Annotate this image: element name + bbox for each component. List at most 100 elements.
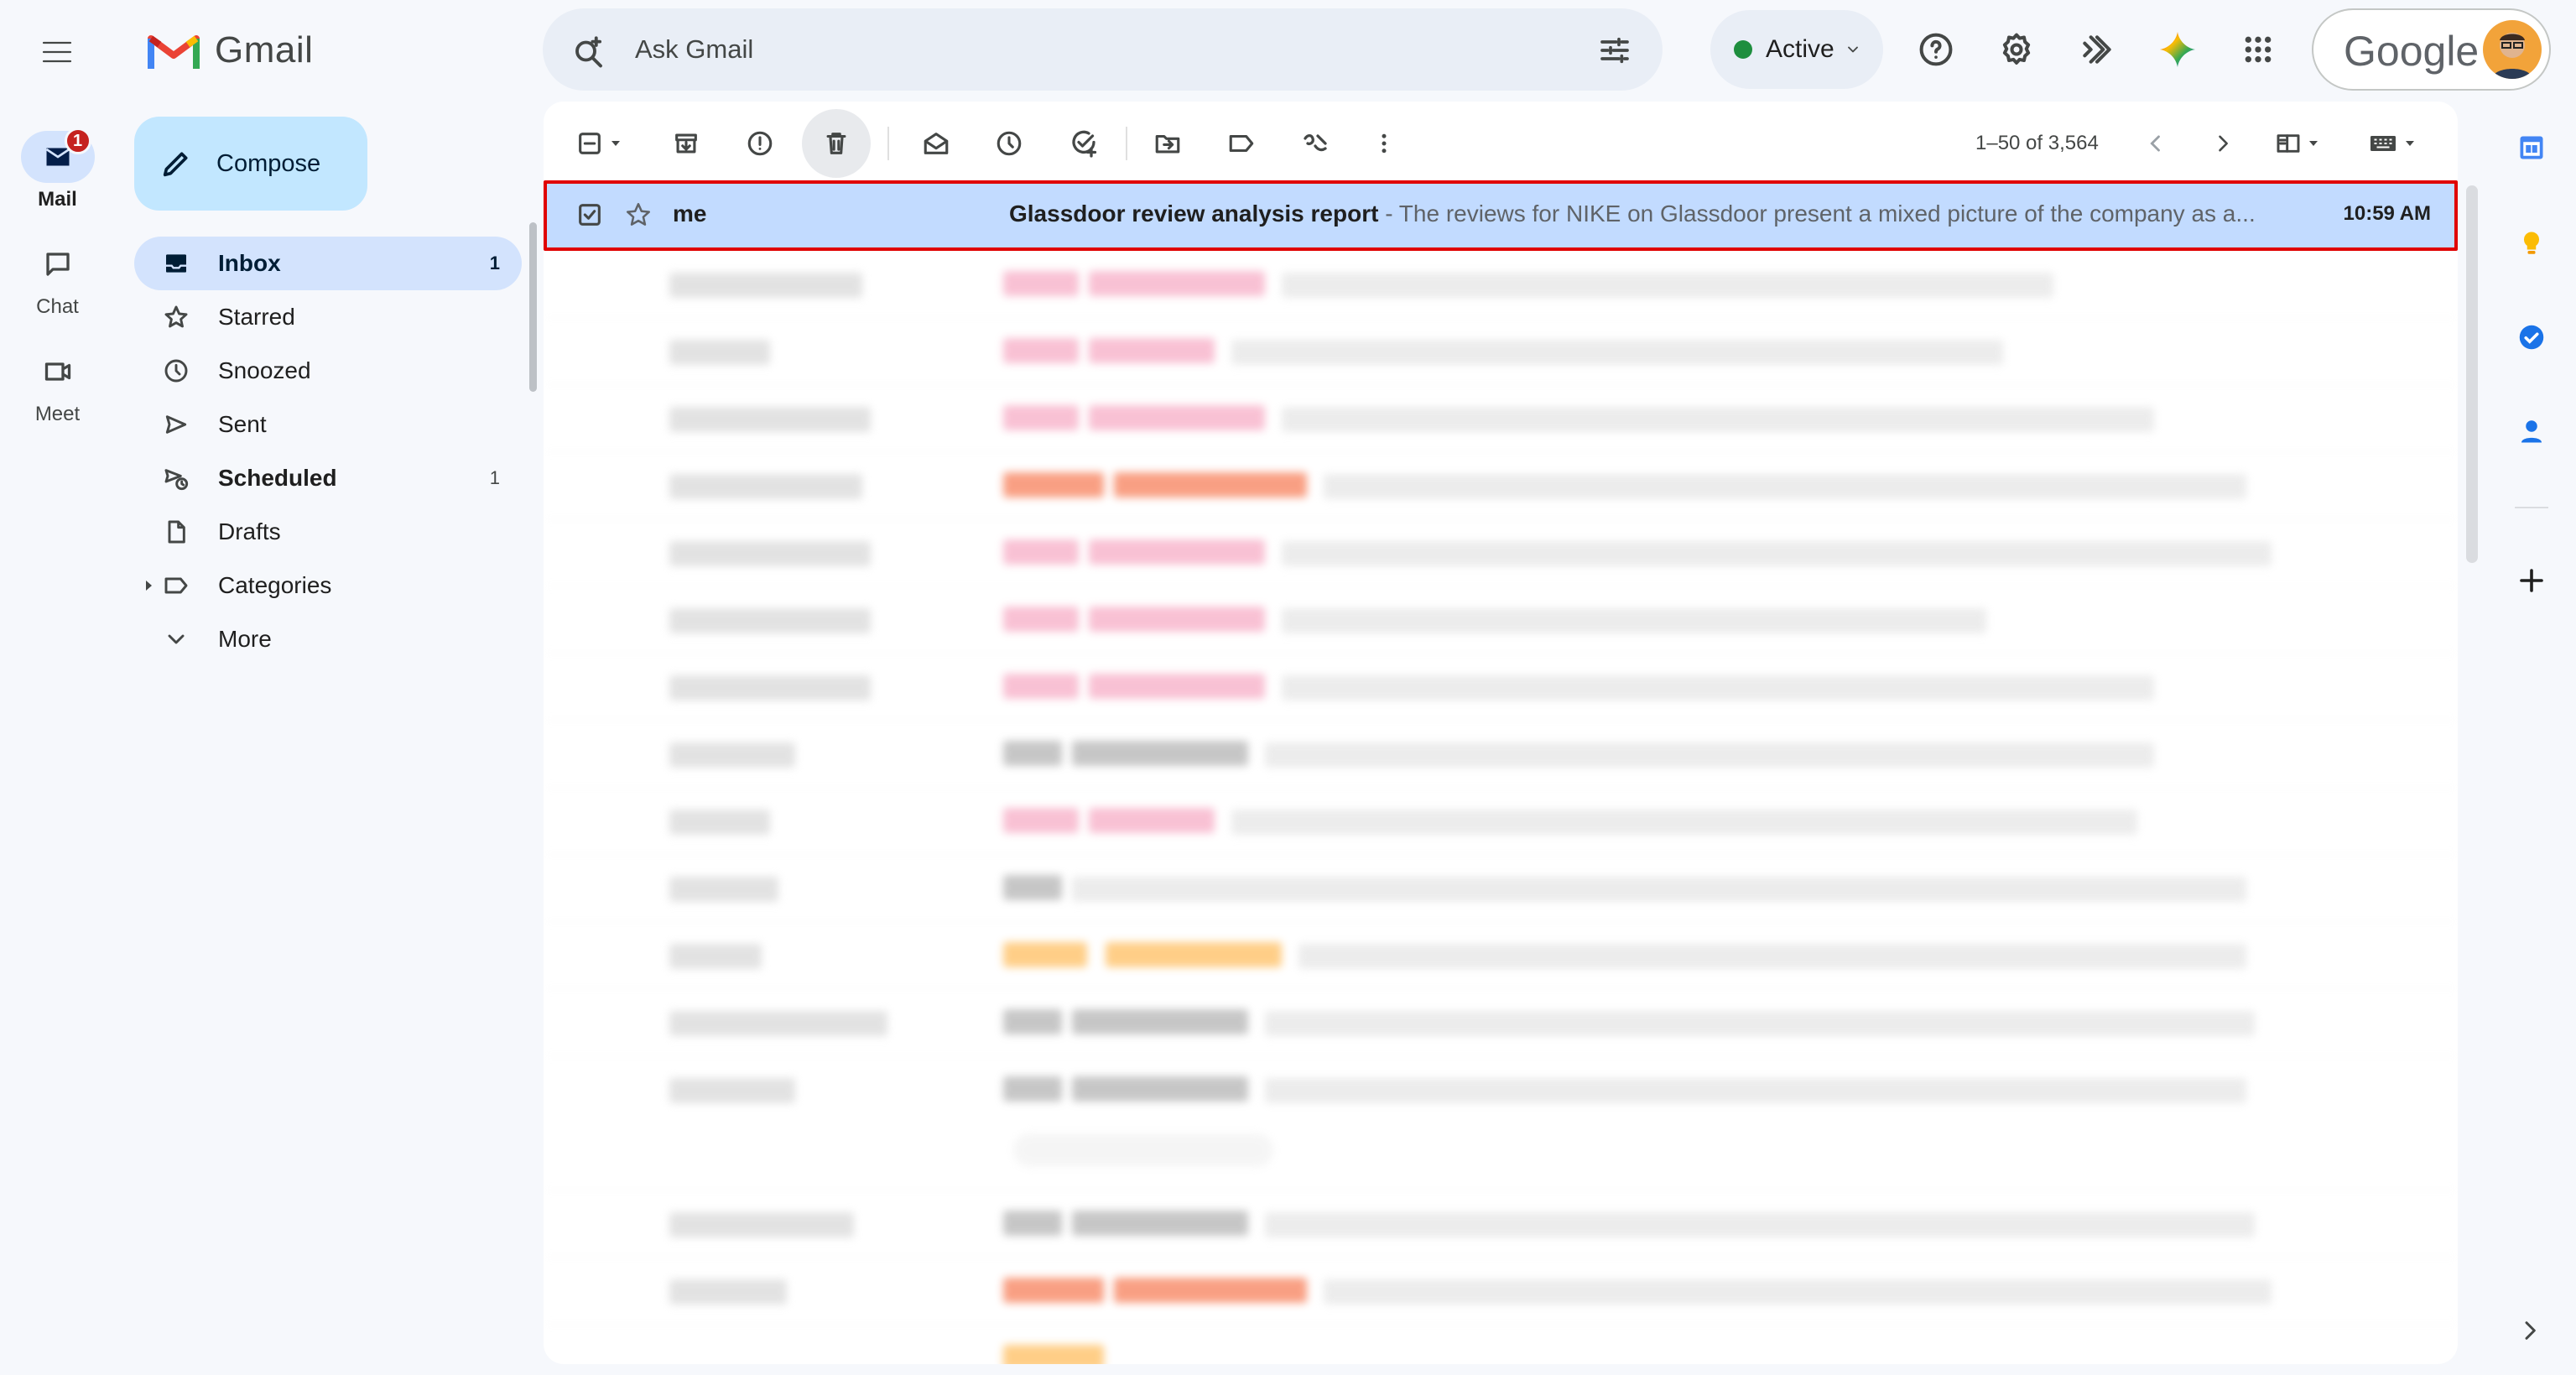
message-list-scrollbar[interactable]	[2466, 185, 2478, 563]
gemini-features-button[interactable]	[2070, 23, 2124, 76]
chevron-right-icon	[2525, 1321, 2536, 1340]
nav-starred[interactable]: Starred	[134, 290, 522, 344]
email-row[interactable]	[544, 318, 2458, 385]
email-sender: me	[673, 201, 707, 227]
show-side-panel-button[interactable]	[2516, 1317, 2547, 1347]
status-label: Active	[1766, 35, 1834, 63]
email-row[interactable]	[544, 1325, 2458, 1364]
archive-icon	[675, 133, 697, 154]
archive-button[interactable]	[663, 102, 710, 185]
nav-categories[interactable]: Categories	[134, 559, 522, 612]
report-spam-button[interactable]	[736, 102, 783, 185]
compose-button[interactable]: Compose	[134, 117, 367, 211]
rail-chat[interactable]: Chat	[0, 238, 115, 319]
email-row[interactable]	[544, 922, 2458, 989]
nav-scheduled-count: 1	[489, 467, 500, 488]
nav-inbox[interactable]: Inbox 1	[134, 237, 522, 290]
nav-drafts[interactable]: Drafts	[134, 505, 522, 559]
settings-button[interactable]	[1990, 23, 2043, 76]
status-button[interactable]: Active	[1710, 10, 1883, 89]
alert-icon	[747, 131, 773, 156]
checkbox-checked-icon[interactable]	[575, 201, 604, 229]
select-all-checkbox[interactable]	[567, 102, 631, 185]
rail-meet[interactable]: Meet	[0, 346, 115, 426]
unread-badge: 1	[64, 128, 91, 154]
nav-sent-label: Sent	[218, 411, 267, 437]
email-row[interactable]	[544, 654, 2458, 721]
caret-down-icon	[2406, 141, 2414, 146]
calendar-app-button[interactable]	[2516, 133, 2547, 163]
nav-scrollbar[interactable]	[529, 222, 537, 392]
compose-label: Compose	[216, 149, 321, 177]
nav-more[interactable]: More	[134, 612, 522, 666]
search-options-icon[interactable]	[1598, 34, 1631, 67]
input-tools-toggle[interactable]	[2360, 102, 2424, 185]
checkbox-partial-icon	[579, 133, 601, 154]
email-row[interactable]	[544, 1056, 2458, 1190]
side-panel-divider	[2515, 507, 2548, 508]
inbox-icon	[166, 254, 186, 273]
email-row[interactable]	[544, 788, 2458, 855]
mark-read-button[interactable]	[913, 102, 960, 185]
smart-actions-button[interactable]	[1292, 102, 1339, 185]
split-pane-icon	[2277, 134, 2300, 153]
clock-icon	[164, 359, 188, 383]
contacts-app-button[interactable]	[2516, 416, 2547, 446]
label-icon	[164, 577, 188, 594]
nav-more-label: More	[218, 626, 272, 652]
tasks-app-button[interactable]	[2516, 322, 2547, 352]
ask-gemini-search-icon[interactable]	[571, 34, 606, 69]
email-row[interactable]	[544, 1258, 2458, 1325]
avatar	[2483, 20, 2542, 79]
gmail-logo[interactable]: Gmail	[148, 23, 313, 77]
expand-arrow-icon[interactable]	[144, 579, 154, 592]
email-subject-line: Glassdoor review analysis report - The r…	[1009, 184, 2292, 244]
email-row[interactable]	[544, 721, 2458, 788]
google-wordmark: Google	[2344, 28, 2480, 75]
nav-scheduled[interactable]: Scheduled 1	[134, 451, 522, 505]
rail-meet-label: Meet	[34, 403, 81, 425]
wand-scribble-icon	[1304, 133, 1327, 152]
add-to-tasks-button[interactable]	[1060, 102, 1107, 185]
email-row[interactable]	[544, 586, 2458, 654]
get-addons-button[interactable]	[2516, 565, 2547, 596]
email-row[interactable]	[544, 452, 2458, 519]
nav-snoozed[interactable]: Snoozed	[134, 344, 522, 398]
email-row[interactable]	[544, 989, 2458, 1056]
snooze-button[interactable]	[986, 102, 1033, 185]
split-pane-toggle[interactable]	[2266, 102, 2329, 185]
plus-icon	[2520, 569, 2543, 592]
email-row[interactable]	[544, 385, 2458, 452]
more-actions-button[interactable]	[1367, 102, 1401, 185]
nav-sent[interactable]: Sent	[134, 398, 522, 451]
newer-button[interactable]	[2137, 102, 2174, 185]
pagination-text: 1–50 of 3,564	[1975, 132, 2099, 154]
support-button[interactable]	[1909, 23, 1963, 76]
rail-mail[interactable]: 1 Mail	[0, 128, 115, 211]
keep-app-button[interactable]	[2516, 228, 2547, 258]
pencil-icon	[163, 152, 188, 177]
main-menu-icon[interactable]	[37, 32, 77, 72]
email-row[interactable]	[544, 1190, 2458, 1258]
keyboard-icon	[2370, 136, 2396, 151]
account-button[interactable]: Google	[2312, 8, 2551, 91]
star-icon[interactable]	[624, 201, 653, 229]
app-rail: 1 Mail Chat Meet	[0, 0, 115, 1375]
nav-drafts-label: Drafts	[218, 518, 281, 544]
calendar-icon	[2520, 136, 2543, 159]
email-row[interactable]	[544, 519, 2458, 586]
status-dot	[1734, 40, 1752, 59]
email-row[interactable]	[544, 251, 2458, 318]
search-bar[interactable]: Ask Gmail	[543, 8, 1663, 91]
move-to-button[interactable]	[1144, 102, 1191, 185]
nav-scheduled-label: Scheduled	[218, 465, 337, 491]
email-row-selected[interactable]: me Glassdoor review analysis report - Th…	[544, 180, 2458, 251]
older-button[interactable]	[2204, 102, 2241, 185]
send-icon	[165, 415, 187, 434]
search-input[interactable]: Ask Gmail	[635, 8, 753, 91]
gemini-button[interactable]	[2151, 23, 2204, 76]
labels-button[interactable]	[1218, 102, 1265, 185]
delete-button[interactable]	[802, 102, 871, 185]
email-row[interactable]	[544, 855, 2458, 922]
apps-button[interactable]	[2231, 23, 2285, 76]
